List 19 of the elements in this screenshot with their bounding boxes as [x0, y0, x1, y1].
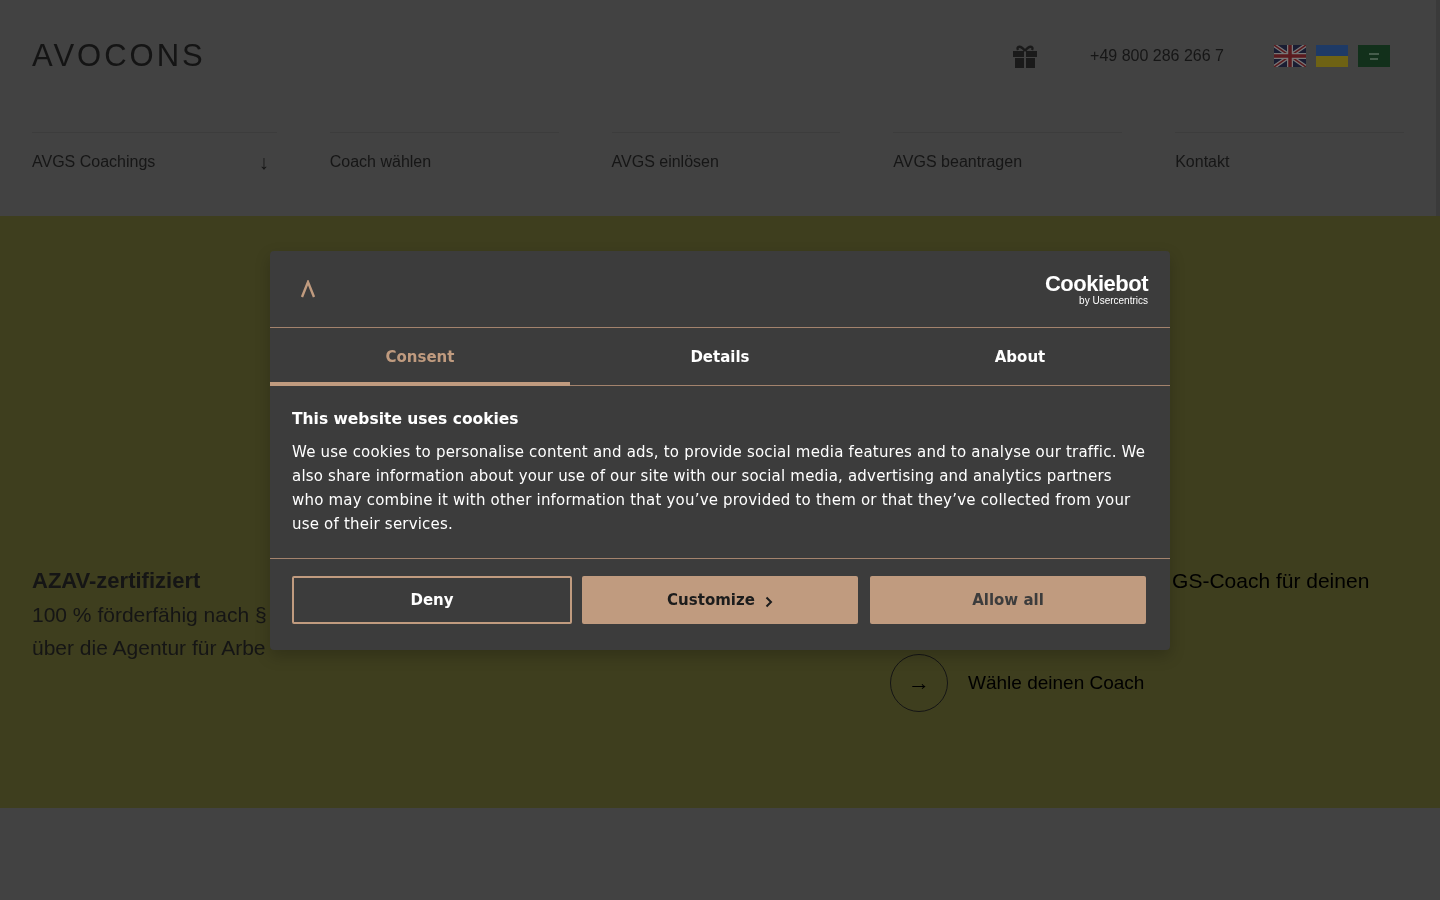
customize-button[interactable]: Customize: [582, 576, 858, 624]
dialog-text: We use cookies to personalise content and ads, to provide social media features and to analyse our traffic. We also share information about your use of our site with our social media, advertising and analytics partners who may combine it with other information that you’ve provided to them or that they’ve collected from your use of their services.: [292, 442, 1147, 535]
chevron-icon: [764, 596, 773, 608]
brand-name: Cookiebot: [1044, 272, 1148, 295]
coach-link[interactable]: Wähle deinen Coach: [968, 672, 1145, 694]
brand-tagline: by Usercentrics: [1079, 294, 1148, 306]
tab[interactable]: Consent: [270, 328, 570, 386]
ukraine-flag-icon[interactable]: [1316, 45, 1348, 67]
tab[interactable]: About: [870, 328, 1170, 386]
gift-icon[interactable]: [1012, 44, 1039, 68]
intro-text: GS-Coach für deinen: [1172, 568, 1370, 594]
tab[interactable]: Details: [570, 328, 870, 386]
deny-button[interactable]: Deny: [292, 576, 572, 624]
dropdown-arrow[interactable]: ↓: [258, 153, 277, 171]
uk-flag-icon[interactable]: [1274, 45, 1306, 67]
logo-icon: [300, 280, 316, 298]
dialog-title: This website uses cookies: [292, 410, 520, 428]
allow-button[interactable]: Allow all: [870, 576, 1146, 624]
saudi-flag-icon[interactable]: [1358, 45, 1390, 67]
